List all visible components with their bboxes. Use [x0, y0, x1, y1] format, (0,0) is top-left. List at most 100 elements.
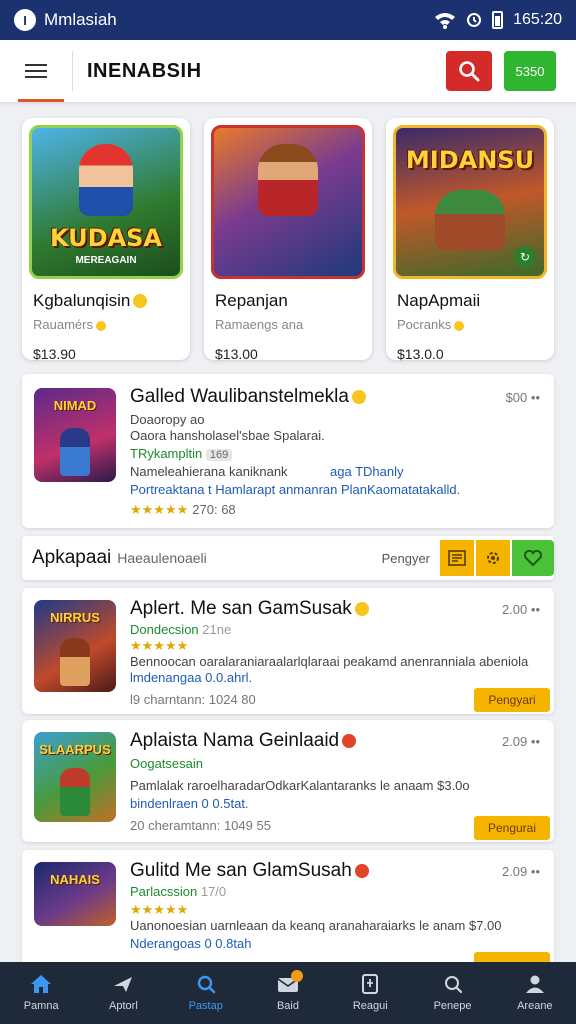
nav-label: Baid [276, 1000, 299, 1012]
search-icon [197, 975, 216, 994]
item-developer-text: Parlacssion [130, 884, 198, 899]
more-icon[interactable]: •• [531, 734, 540, 749]
nav-apps[interactable]: Aptorl [82, 962, 164, 1024]
nav-home[interactable]: Pamna [0, 962, 82, 1024]
more-icon[interactable]: •• [531, 390, 540, 405]
search-outline-icon [444, 976, 462, 994]
item-meta-secondary: l9 charntann: 1024 80 [130, 692, 256, 707]
item-description: Oaora hansholasel'sbae Spalarai. [130, 428, 325, 443]
featured-subtitle: Rauamérs [33, 317, 183, 332]
hamburger-icon-line [25, 70, 47, 72]
featured-subtitle-text: Rauamérs [33, 317, 93, 332]
list-item[interactable]: NIRRUS Aplert. Me san GamSusak 2.00 •• D… [22, 588, 554, 714]
status-time: 165:20 [513, 11, 562, 28]
header-divider [72, 51, 73, 91]
search-button[interactable] [446, 51, 492, 91]
plane-icon [114, 977, 133, 992]
item-description: Pamlalak raroelharadarOdkarKalantaranks … [130, 778, 470, 793]
list-view-button[interactable] [440, 540, 474, 576]
item-price: 2.09 •• [502, 864, 540, 879]
section-header: Apkapaai Haeaulenoaeli Pengyer [22, 536, 554, 580]
gear-icon [487, 552, 499, 564]
list-item[interactable]: SLAARPUS Aplaista Nama Geinlaaid 2.09 ••… [22, 720, 554, 842]
rating-stars: ★★★★★ [130, 638, 189, 653]
hero-figure [258, 144, 318, 216]
thumbnail-title: NAHAIS [50, 872, 100, 887]
more-icon[interactable]: •• [531, 602, 540, 617]
list-item[interactable]: NIMAD Galled Waulibanstelmekla $00 •• Do… [22, 374, 554, 528]
settings-button[interactable] [476, 540, 510, 576]
item-price: 2.00 •• [502, 602, 540, 617]
section-title: Apkapaai [32, 547, 112, 568]
item-line-right: aga TDhanly [330, 464, 404, 479]
list-item[interactable]: NAHAIS Gulitd Me san GlamSusah 2.09 •• P… [22, 850, 554, 962]
install-button[interactable] [474, 952, 550, 962]
thumbnail-figure [60, 428, 90, 476]
wifi-icon [435, 13, 456, 29]
hamburger-icon [25, 64, 47, 66]
section-subtitle: Haeaulenoaeli [117, 550, 207, 566]
featured-row: KUDASA MEREAGAIN Kgbalunqisin Rauamérs $… [22, 118, 554, 362]
hero-figure [435, 190, 505, 250]
item-title: Gulitd Me san GlamSusah [130, 860, 369, 882]
green-action-button[interactable]: 5350 [504, 51, 556, 91]
favorite-button[interactable] [512, 540, 554, 576]
bottom-navigation: Pamna Aptorl Pastap Baid Reagui Penepe A… [0, 962, 576, 1024]
featured-card[interactable]: MIDANSU ↻ NapApmaii Pocranks $13.0.0 [386, 118, 554, 362]
rating-stars: ★★★★★ [130, 902, 189, 917]
item-title-text: Aplert. Me san GamSusak [130, 598, 352, 619]
thumbnail-title: SLAARPUS [39, 742, 111, 757]
notification-badge [290, 970, 303, 982]
featured-subtitle-text: Pocranks [397, 317, 452, 332]
item-title-text: Gulitd Me san GlamSusah [130, 860, 352, 881]
nav-mail[interactable]: Baid [247, 962, 329, 1024]
nav-label: Pamna [23, 1000, 59, 1012]
emoji-icon [354, 602, 369, 616]
item-developer: TRykampltin 169 [130, 446, 233, 461]
nav-search[interactable]: Pastap [165, 962, 247, 1024]
sort-label[interactable]: Pengyer [382, 551, 430, 566]
featured-subtitle: Pocranks [397, 317, 547, 332]
item-link[interactable]: Portreaktana t Hamlarapt anmanran PlanKa… [130, 482, 460, 497]
nav-label: Penepe [433, 1000, 472, 1012]
item-developer-extra: 17/0 [200, 884, 227, 899]
nav-profile[interactable]: Areane [494, 962, 576, 1024]
emoji-icon [351, 390, 366, 404]
item-line: Doaoropy ao [130, 412, 205, 427]
status-app-name: Mmlasiah [44, 10, 117, 29]
item-developer-extra: 21ne [202, 622, 232, 637]
featured-art-subtitle: MEREAGAIN [75, 255, 137, 266]
featured-name: Kgbalunqisin [33, 291, 183, 311]
app-thumbnail: NIMAD [34, 388, 116, 482]
item-title-text: Aplaista Nama Geinlaaid [130, 730, 340, 751]
thumbnail-title: NIRRUS [50, 610, 100, 625]
nav-library[interactable]: Reagui [329, 962, 411, 1024]
item-title: Galled Waulibanstelmekla [130, 386, 366, 408]
app-thumbnail: NAHAIS [34, 862, 116, 926]
featured-name-text: Kgbalunqisin [33, 291, 131, 310]
more-icon[interactable]: •• [531, 864, 540, 879]
item-description: Bennoocan oaralaraniaraalarlqlaraai peak… [130, 654, 529, 669]
item-meta: lmdenangaa 0.0.ahrl. [130, 670, 253, 685]
menu-button[interactable] [0, 40, 72, 102]
install-button[interactable]: Pengurai [474, 816, 550, 840]
nav-explore[interactable]: Penepe [411, 962, 493, 1024]
featured-price: $13.00 [215, 346, 258, 362]
featured-art-title: KUDASA [49, 224, 163, 252]
alarm-icon [467, 13, 482, 27]
nav-label: Pastap [188, 1000, 223, 1012]
item-price-text: 2.09 [501, 864, 528, 879]
item-price: 2.09 •• [502, 734, 540, 749]
emoji-icon [354, 864, 369, 878]
nav-label: Areane [517, 1000, 553, 1012]
featured-card[interactable]: Repanjan Ramaengs ana $13.00 [204, 118, 372, 362]
emoji-icon [342, 734, 357, 748]
rating-stars: ★★★★★ 270: 68 [130, 502, 236, 517]
install-button[interactable]: Pengyari [474, 688, 550, 712]
featured-name: Repanjan [215, 291, 288, 310]
thumbnail-figure [60, 768, 90, 816]
item-title: Aplert. Me san GamSusak [130, 598, 369, 620]
featured-card[interactable]: KUDASA MEREAGAIN Kgbalunqisin Rauamérs $… [22, 118, 190, 362]
mail-icon [277, 970, 303, 994]
nav-label: Aptorl [109, 1000, 138, 1012]
